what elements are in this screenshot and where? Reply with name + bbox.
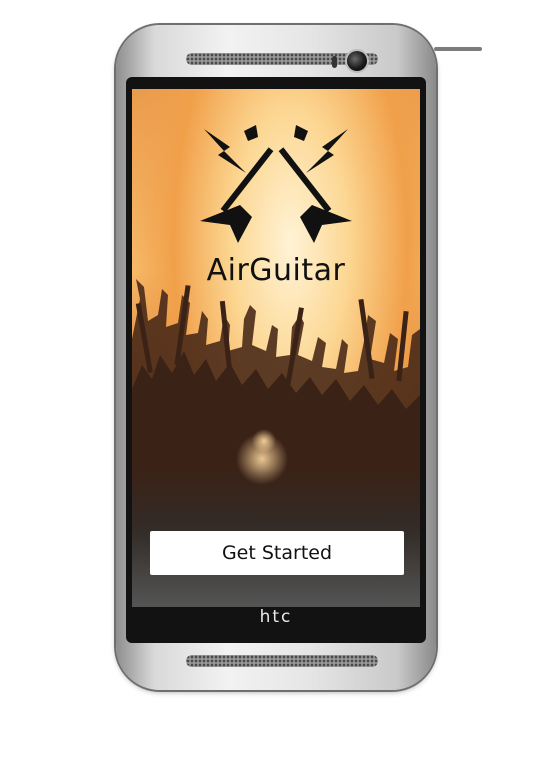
app-screen: AirGuitar Get Started <box>132 89 420 607</box>
app-title: AirGuitar <box>206 253 346 288</box>
bottom-speaker-grille <box>186 655 378 667</box>
front-camera-icon <box>347 51 367 71</box>
power-button <box>434 47 482 51</box>
get-started-button[interactable]: Get Started <box>150 531 404 575</box>
phone-frame: AirGuitar Get Started htc <box>116 25 482 690</box>
crossed-guitars-lightning-icon <box>200 125 352 243</box>
device-brand-logo: htc <box>259 607 293 627</box>
proximity-sensor <box>332 56 337 68</box>
